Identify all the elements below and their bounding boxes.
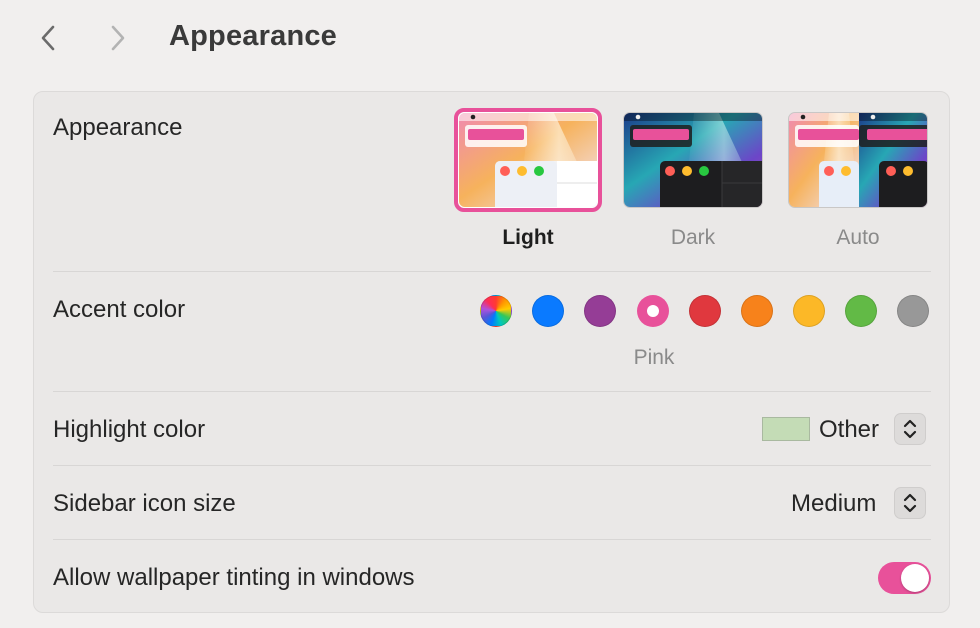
dark-theme-preview bbox=[623, 112, 763, 208]
sidebar-icon-size-value[interactable]: Medium bbox=[791, 490, 876, 518]
divider bbox=[53, 539, 931, 540]
chevron-up-down-icon bbox=[903, 493, 917, 513]
accent-swatch-graphite[interactable] bbox=[897, 295, 929, 327]
auto-theme-preview bbox=[788, 112, 928, 208]
accent-color-label: Accent color bbox=[53, 296, 186, 323]
accent-swatch-red[interactable] bbox=[689, 295, 721, 327]
accent-swatch-blue[interactable] bbox=[532, 295, 564, 327]
light-theme-preview bbox=[458, 112, 598, 208]
appearance-option-label: Dark bbox=[670, 226, 716, 249]
sidebar-icon-size-label: Sidebar icon size bbox=[53, 490, 236, 517]
highlight-color-swatch bbox=[762, 417, 810, 441]
header: Appearance bbox=[0, 0, 980, 80]
forward-button[interactable] bbox=[103, 20, 133, 56]
settings-panel: Appearance Light Dark Auto Accent color … bbox=[33, 91, 950, 613]
wallpaper-tinting-label: Allow wallpaper tinting in windows bbox=[53, 564, 415, 591]
chevron-up-down-icon bbox=[903, 419, 917, 439]
divider bbox=[53, 271, 931, 272]
chevron-left-icon bbox=[41, 25, 55, 51]
divider bbox=[53, 465, 931, 466]
page-title: Appearance bbox=[169, 20, 338, 52]
accent-swatch-multicolor[interactable] bbox=[480, 295, 512, 327]
accent-swatch-purple[interactable] bbox=[584, 295, 616, 327]
accent-selected-name: Pink bbox=[633, 346, 675, 369]
highlight-color-popup-button[interactable] bbox=[894, 413, 926, 445]
appearance-label: Appearance bbox=[53, 114, 183, 141]
highlight-color-value[interactable]: Other bbox=[819, 416, 879, 444]
back-button[interactable] bbox=[33, 20, 63, 56]
accent-swatch-pink[interactable] bbox=[637, 295, 669, 327]
accent-swatch-orange[interactable] bbox=[741, 295, 773, 327]
accent-swatch-green[interactable] bbox=[845, 295, 877, 327]
appearance-option-label: Auto bbox=[836, 226, 880, 249]
divider bbox=[53, 391, 931, 392]
chevron-right-icon bbox=[111, 25, 125, 51]
highlight-color-label: Highlight color bbox=[53, 416, 206, 443]
wallpaper-tinting-toggle[interactable] bbox=[878, 562, 931, 594]
accent-swatch-yellow[interactable] bbox=[793, 295, 825, 327]
sidebar-icon-size-popup-button[interactable] bbox=[894, 487, 926, 519]
appearance-option-label: Light bbox=[502, 226, 554, 249]
toggle-knob bbox=[901, 564, 929, 592]
